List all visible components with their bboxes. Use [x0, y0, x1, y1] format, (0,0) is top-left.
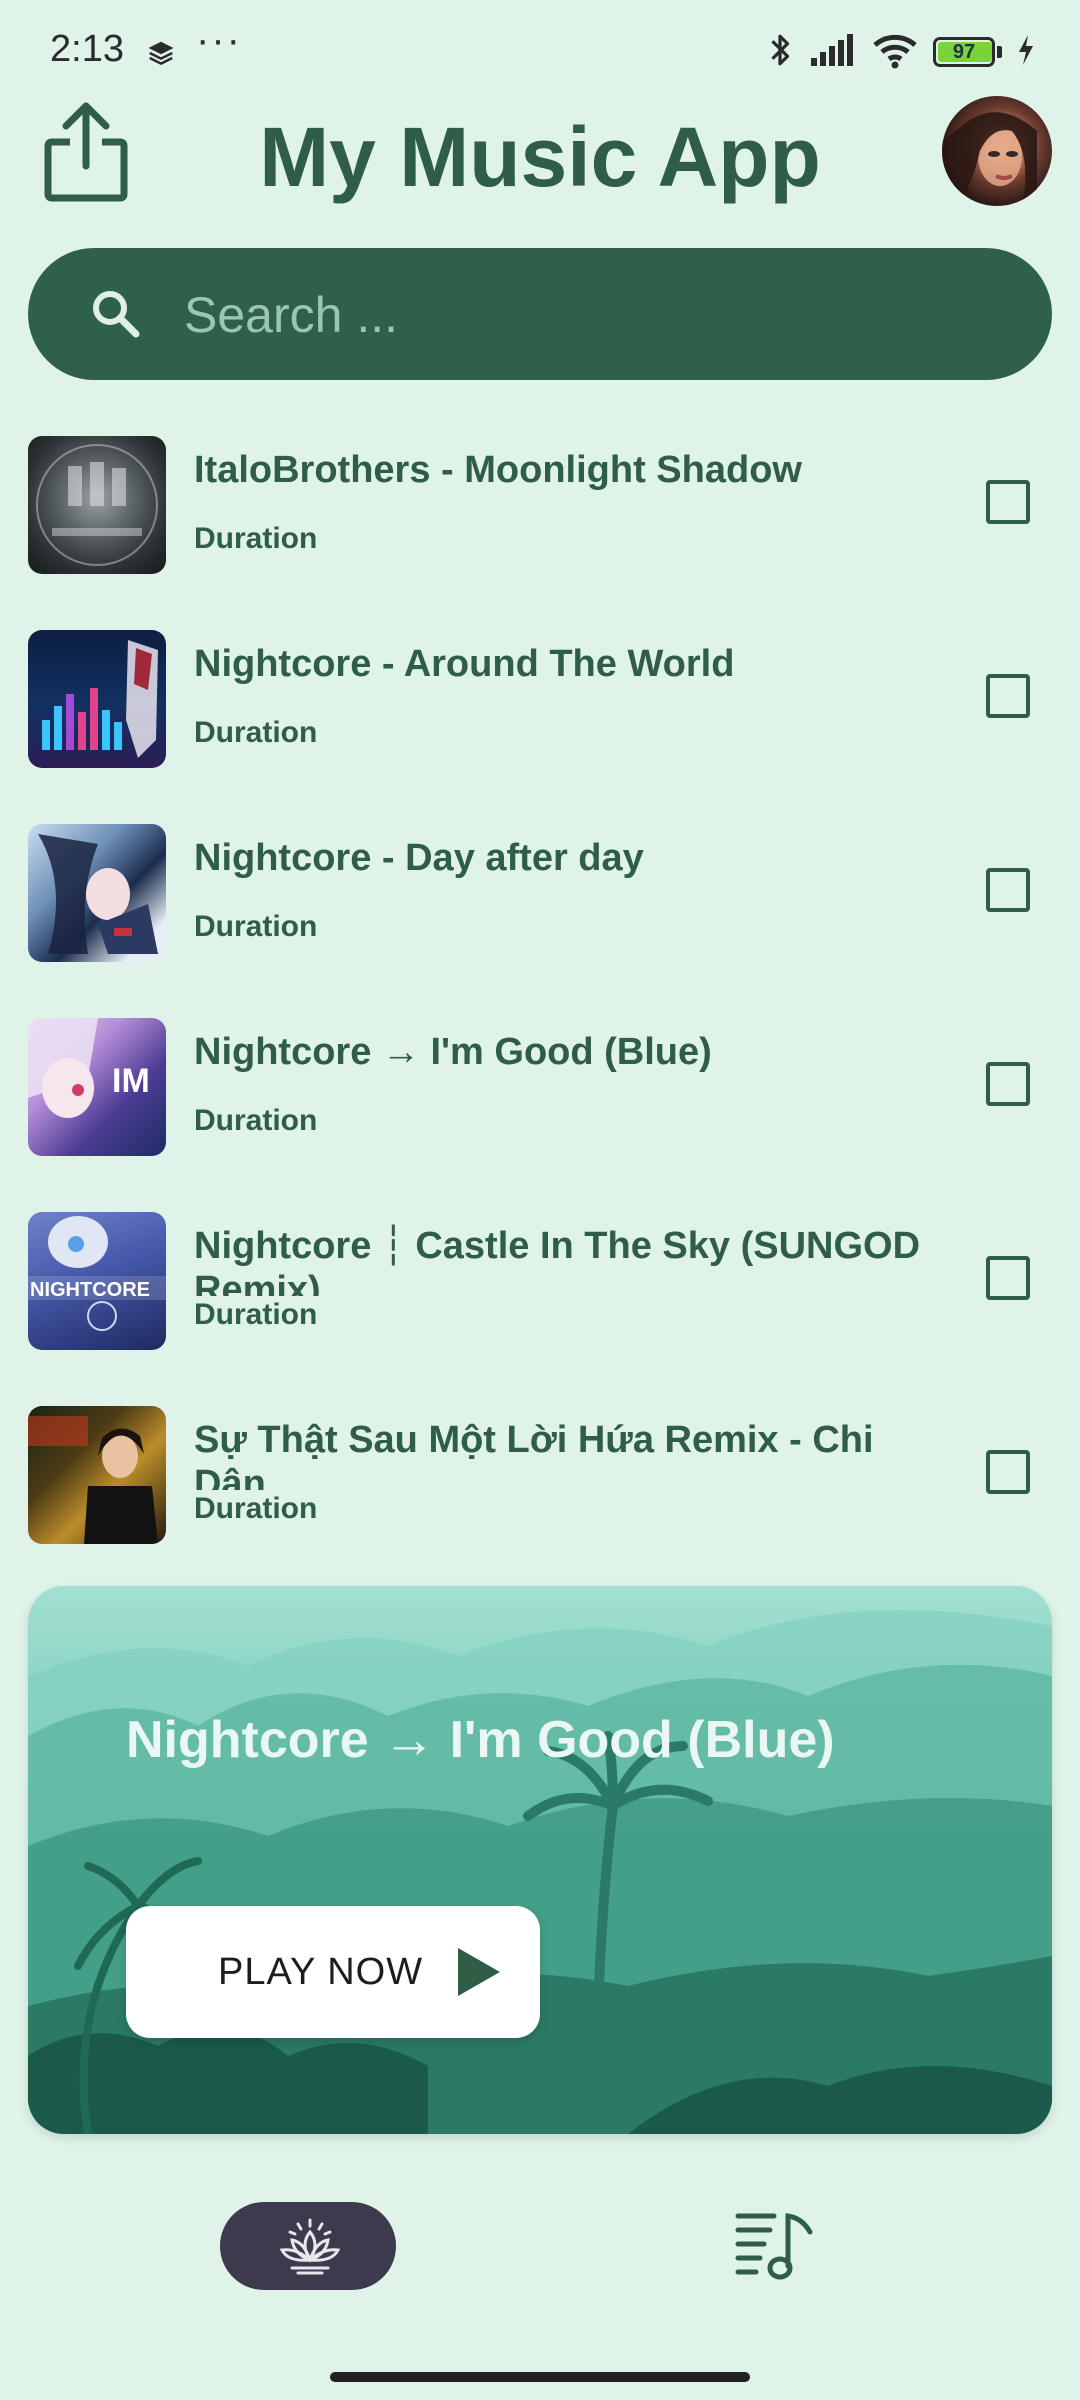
svg-text:NIGHTCORE: NIGHTCORE: [30, 1279, 150, 1301]
search-bar[interactable]: [28, 248, 1052, 382]
song-duration: Duration: [194, 910, 318, 943]
song-title: Sự Thật Sau Một Lời Hứa Remix - Chi Dân: [194, 1419, 874, 1490]
select-checkbox[interactable]: [986, 480, 1030, 524]
album-thumbnail: NIGHTCORE: [28, 1212, 166, 1350]
select-checkbox[interactable]: [986, 1450, 1030, 1494]
home-indicator[interactable]: [330, 2372, 750, 2382]
select-checkbox[interactable]: [986, 868, 1030, 912]
song-list: ItaloBrothers - Moonlight Shadow Duratio…: [0, 430, 1080, 1594]
album-thumbnail: IM: [28, 1018, 166, 1156]
battery-level: 97: [952, 41, 976, 63]
avatar[interactable]: [942, 96, 1052, 206]
battery-tip: [997, 46, 1002, 58]
play-icon: [456, 1946, 502, 2003]
list-item[interactable]: IM Nightcore → I'm Good (Blue) Duration: [0, 1012, 1080, 1206]
song-title: Nightcore - Around The World: [194, 643, 735, 685]
album-thumbnail: [28, 1406, 166, 1544]
song-title: Nightcore → I'm Good (Blue): [194, 1031, 712, 1073]
song-duration: Duration: [194, 1492, 318, 1525]
select-checkbox[interactable]: [986, 1062, 1030, 1106]
status-time: 2:13: [50, 28, 124, 70]
lotus-icon: [279, 2218, 341, 2275]
list-item[interactable]: Nightcore - Day after day Duration: [0, 818, 1080, 1012]
jungle-background: [28, 1610, 1052, 2134]
status-bar: 2:13 ··· 97: [0, 0, 1080, 100]
list-item[interactable]: Nightcore - Around The World Duration: [0, 624, 1080, 818]
more-notifications-icon: ···: [196, 18, 242, 62]
list-item[interactable]: Sự Thật Sau Một Lời Hứa Remix - Chi Dân …: [0, 1400, 1080, 1594]
song-title: Nightcore - Day after day: [194, 837, 644, 879]
svg-text:IM: IM: [112, 1062, 150, 1100]
bluetooth-icon: [765, 30, 795, 75]
layers-icon: [146, 38, 176, 73]
album-thumbnail: [28, 436, 166, 574]
song-duration: Duration: [194, 1298, 318, 1331]
signal-icon: [809, 32, 857, 73]
page-title: My Music App: [259, 110, 821, 204]
nav-home-button[interactable]: [220, 2202, 396, 2290]
play-now-button[interactable]: PLAY NOW: [126, 1906, 540, 2038]
search-input[interactable]: [182, 248, 986, 382]
song-duration: Duration: [194, 1104, 318, 1137]
share-button[interactable]: [40, 100, 132, 204]
search-icon: [88, 286, 144, 347]
now-playing-card: Nightcore → I'm Good (Blue) PLAY NOW: [28, 1586, 1052, 2134]
nav-playlist-button[interactable]: [730, 2206, 820, 2286]
play-now-label: PLAY NOW: [218, 1951, 424, 1993]
charging-icon: [1016, 33, 1036, 72]
song-duration: Duration: [194, 522, 318, 555]
song-title: ItaloBrothers - Moonlight Shadow: [194, 449, 802, 491]
battery-icon: 97: [933, 37, 995, 67]
select-checkbox[interactable]: [986, 1256, 1030, 1300]
now-playing-title: Nightcore → I'm Good (Blue): [126, 1711, 835, 1769]
select-checkbox[interactable]: [986, 674, 1030, 718]
album-thumbnail: [28, 630, 166, 768]
list-item[interactable]: NIGHTCORE Nightcore ┆ Castle In The Sky …: [0, 1206, 1080, 1400]
list-item[interactable]: ItaloBrothers - Moonlight Shadow Duratio…: [0, 430, 1080, 624]
share-icon: [44, 102, 128, 202]
playlist-music-icon: [735, 2213, 813, 2280]
song-duration: Duration: [194, 716, 318, 749]
wifi-icon: [871, 31, 919, 74]
album-thumbnail: [28, 824, 166, 962]
song-title: Nightcore ┆ Castle In The Sky (SUNGOD Re…: [194, 1225, 921, 1296]
